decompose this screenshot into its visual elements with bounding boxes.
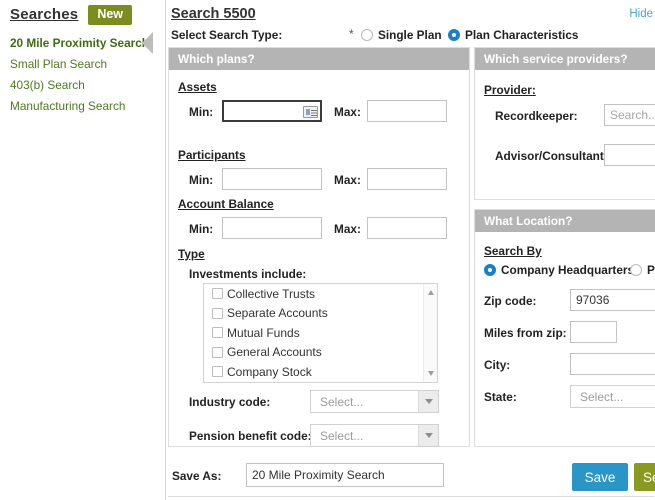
radio-plan-characteristics[interactable]: Plan Characteristics — [448, 28, 578, 42]
investments-include-label: Investments include: — [189, 267, 307, 281]
sidebar-header: Searches New — [10, 5, 133, 25]
save-as-input[interactable] — [246, 463, 444, 487]
account-balance-min-input[interactable] — [222, 217, 322, 239]
radio-company-headquarters-label: Company Headquarters — [501, 263, 635, 277]
list-item[interactable]: Collective Trusts — [204, 284, 437, 304]
assets-max-input[interactable] — [367, 100, 447, 122]
recordkeeper-input[interactable] — [604, 104, 655, 126]
autofill-card-icon[interactable] — [303, 106, 318, 118]
active-item-arrow-icon — [142, 32, 153, 54]
account-balance-group-title: Account Balance — [178, 197, 274, 211]
searches-sidebar: Searches New 20 Mile Proximity Search Sm… — [0, 0, 165, 500]
scroll-up-arrow-icon[interactable] — [424, 286, 437, 300]
participants-min-input[interactable] — [222, 168, 322, 190]
hide-link[interactable]: Hide — [629, 8, 653, 20]
required-marker: * — [349, 27, 354, 41]
participants-min-label: Min: — [189, 173, 214, 187]
which-plans-heading: Which plans? — [169, 48, 469, 70]
list-item[interactable]: Separate Accounts — [204, 304, 437, 324]
radio-plan-characteristics-circle-icon — [448, 29, 460, 41]
radio-plan-characteristics-label: Plan Characteristics — [465, 28, 579, 42]
main-content: Search 5500 Hide Select Search Type: * S… — [165, 0, 655, 500]
list-item[interactable]: Company Stock — [204, 362, 437, 382]
radio-plan-location[interactable]: P — [630, 263, 655, 277]
list-item-label: Company Stock — [227, 364, 312, 379]
zip-code-label: Zip code: — [484, 294, 537, 308]
radio-company-headquarters[interactable]: Company Headquarters — [484, 263, 634, 277]
city-label: City: — [484, 358, 511, 372]
industry-code-label: Industry code: — [189, 395, 271, 409]
sidebar-item-small-plan-search[interactable]: Small Plan Search — [10, 54, 165, 75]
sidebar-item-403b-search[interactable]: 403(b) Search — [10, 75, 165, 96]
type-group-title: Type — [178, 247, 205, 261]
location-panel: What Location? Search By Company Headqua… — [474, 209, 655, 447]
account-balance-max-label: Max: — [334, 222, 361, 236]
search-type-label: Select Search Type: — [171, 28, 283, 42]
industry-code-value: Select... — [320, 394, 364, 409]
list-item-label: Separate Accounts — [227, 306, 328, 321]
state-value: Select... — [580, 389, 624, 404]
radio-single-plan[interactable]: Single Plan — [361, 28, 442, 42]
investments-checkbox-list[interactable]: Collective Trusts Separate Accounts Mutu… — [203, 283, 438, 383]
radio-single-plan-label: Single Plan — [378, 28, 442, 42]
radio-company-headquarters-circle-icon — [484, 264, 496, 276]
investments-list-scrollbar[interactable] — [423, 284, 437, 382]
assets-min-label: Min: — [189, 105, 214, 119]
search-5500-page: Searches New 20 Mile Proximity Search Sm… — [0, 0, 655, 500]
radio-plan-location-circle-icon — [630, 264, 642, 276]
radio-single-plan-circle-icon — [361, 29, 373, 41]
list-item[interactable]: Mutual Funds — [204, 323, 437, 343]
pension-benefit-code-select[interactable]: Select... — [310, 424, 439, 447]
miles-from-zip-label: Miles from zip: — [484, 326, 567, 340]
search-button[interactable]: Se — [634, 463, 655, 491]
location-heading: What Location? — [475, 210, 655, 232]
save-button[interactable]: Save — [572, 463, 628, 491]
service-providers-heading: Which service providers? — [475, 48, 655, 70]
radio-plan-location-label: P — [647, 263, 655, 277]
chevron-down-icon[interactable] — [418, 391, 438, 412]
new-search-badge[interactable]: New — [88, 5, 133, 25]
list-item-label: Collective Trusts — [227, 286, 316, 301]
state-label: State: — [484, 390, 517, 404]
participants-group-title: Participants — [178, 148, 246, 162]
participants-max-input[interactable] — [367, 168, 447, 190]
list-item-label: General Accounts — [227, 345, 322, 360]
zip-code-input[interactable] — [570, 289, 655, 311]
checkbox-general-accounts[interactable] — [212, 346, 223, 358]
miles-from-zip-input[interactable] — [570, 321, 617, 343]
list-item[interactable]: General Accounts — [204, 343, 437, 363]
footer-divider — [168, 496, 654, 497]
list-item-label: Mutual Funds — [227, 325, 300, 340]
pension-benefit-code-label: Pension benefit code: — [189, 429, 312, 443]
account-balance-max-input[interactable] — [367, 217, 447, 239]
advisor-consultant-label: Advisor/Consultant: — [495, 149, 608, 163]
sidebar-title: Searches — [10, 6, 79, 24]
footer-bar: Save As: Save Se — [168, 455, 655, 500]
page-title: Search 5500 — [171, 6, 256, 22]
provider-group-title: Provider: — [484, 83, 536, 97]
checkbox-separate-accounts[interactable] — [212, 307, 223, 319]
save-as-label: Save As: — [172, 469, 222, 483]
assets-group-title: Assets — [178, 80, 217, 94]
which-plans-panel: Which plans? Assets Min: Max: Participan… — [168, 47, 470, 447]
recordkeeper-label: Recordkeeper: — [495, 109, 578, 123]
account-balance-min-label: Min: — [189, 222, 214, 236]
checkbox-collective-trusts[interactable] — [212, 288, 223, 300]
pension-benefit-code-value: Select... — [320, 428, 364, 443]
checkbox-company-stock[interactable] — [212, 366, 223, 378]
state-select[interactable]: Select... — [570, 385, 655, 408]
industry-code-select[interactable]: Select... — [310, 390, 439, 413]
chevron-down-icon[interactable] — [418, 425, 438, 446]
scroll-down-arrow-icon[interactable] — [424, 366, 437, 380]
search-type-row: Select Search Type: * Single Plan Plan C… — [171, 27, 651, 45]
assets-max-label: Max: — [334, 105, 361, 119]
service-providers-panel: Which service providers? Provider: Recor… — [474, 47, 655, 200]
city-input[interactable] — [570, 353, 655, 375]
sidebar-item-manufacturing-search[interactable]: Manufacturing Search — [10, 96, 165, 117]
search-by-group-title: Search By — [484, 244, 542, 258]
participants-max-label: Max: — [334, 173, 361, 187]
checkbox-mutual-funds[interactable] — [212, 327, 223, 339]
advisor-consultant-input[interactable] — [604, 144, 655, 166]
